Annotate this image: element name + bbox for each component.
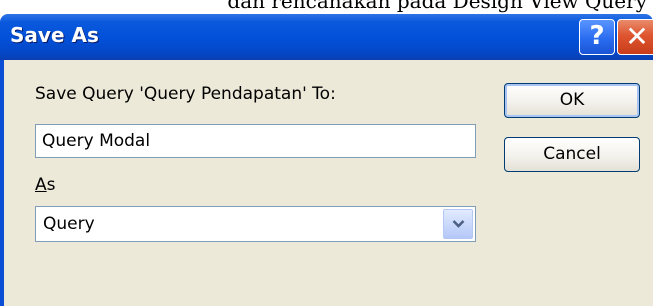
dropdown-button[interactable] (443, 209, 473, 239)
help-icon: ? (589, 21, 605, 51)
as-label-accelerator: A (35, 175, 47, 195)
save-as-dialog: dan rencanakan pada Design View Query Sa… (0, 0, 653, 306)
as-label-rest: s (46, 175, 56, 195)
query-name-input[interactable] (36, 125, 475, 157)
title-bar[interactable]: Save As ? ✕ (0, 14, 653, 60)
background-text: dan rencanakan pada Design View Query (0, 0, 653, 14)
as-type-value: Query (43, 214, 95, 234)
query-name-field[interactable] (35, 124, 476, 158)
cancel-button[interactable]: Cancel (504, 137, 640, 172)
background-text-label: dan rencanakan pada Design View Query (227, 0, 647, 13)
dialog-body: Save Query 'Query Pendapatan' To: As Que… (0, 60, 653, 306)
ok-button[interactable]: OK (504, 83, 640, 118)
close-button[interactable]: ✕ (617, 19, 653, 55)
as-type-select[interactable]: Query (35, 206, 476, 242)
dialog-title: Save As (10, 23, 99, 47)
save-to-label: Save Query 'Query Pendapatan' To: (35, 84, 336, 104)
help-button[interactable]: ? (579, 19, 615, 55)
chevron-down-icon (452, 220, 465, 228)
as-label: As (35, 175, 56, 195)
close-icon: ✕ (625, 20, 649, 53)
